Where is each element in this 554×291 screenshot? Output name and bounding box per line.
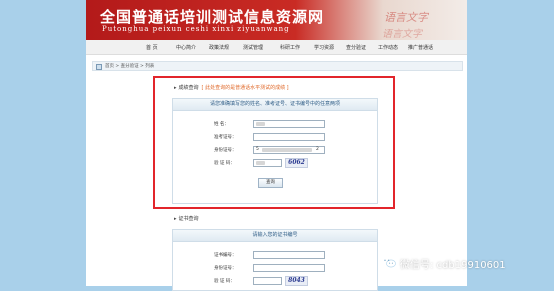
wechat-watermark: 微信号: cdb19910601 <box>381 255 551 271</box>
highlight-frame <box>153 76 395 209</box>
site-pinyin: Putonghua peixun ceshi xinxi ziyuanwang <box>102 25 290 33</box>
nav-item-resources[interactable]: 学习资源 <box>314 44 334 51</box>
cert-id-field[interactable] <box>253 264 325 272</box>
cert-number-field[interactable] <box>253 251 325 259</box>
cert-panel-header: 请输入您的证书编号 <box>173 230 377 242</box>
breadcrumb: 首页 > 查分验证 > 列表 <box>92 61 463 71</box>
breadcrumb-text[interactable]: 首页 > 查分验证 > 列表 <box>105 63 154 69</box>
nav-item-score-check[interactable]: 查分验证 <box>346 44 366 51</box>
banner-calligraphy: 语言文字 <box>384 11 428 24</box>
page-container: 全国普通话培训测试信息资源网 Putonghua peixun ceshi xi… <box>86 0 467 291</box>
cert-query-panel: 请输入您的证书编号 证书编号： 身份证号： 验 证 码： 8043 <box>172 229 378 291</box>
site-banner: 全国普通话培训测试信息资源网 Putonghua peixun ceshi xi… <box>86 0 467 40</box>
cert-section-title: ▸ 证书查询 <box>174 216 199 222</box>
watermark-text: 微信号: cdb19910601 <box>400 260 506 271</box>
banner-calligraphy: 语言文字 <box>382 29 422 40</box>
nav-item-about[interactable]: 中心简介 <box>176 44 196 51</box>
cert-captcha-image[interactable]: 8043 <box>285 276 308 286</box>
nav-item-news[interactable]: 工作动态 <box>378 44 398 51</box>
nav-item-policy[interactable]: 政策法规 <box>209 44 229 51</box>
nav-item-test-management[interactable]: 测试管理 <box>243 44 263 51</box>
cert-captcha-field[interactable] <box>253 277 282 285</box>
cert-id-label: 身份证号： <box>214 266 237 271</box>
home-icon <box>96 63 102 70</box>
nav-item-promotion[interactable]: 推广普通话 <box>408 44 433 51</box>
nav-item-research[interactable]: 科研工作 <box>280 44 300 51</box>
main-nav: 首 页 中心简介 政策法规 测试管理 科研工作 学习资源 查分验证 工作动态 推… <box>86 40 467 55</box>
cert-number-label: 证书编号： <box>214 253 237 258</box>
cert-captcha-label: 验 证 码： <box>214 279 235 284</box>
site-title: 全国普通话培训测试信息资源网 <box>100 8 325 26</box>
nav-item-home[interactable]: 首 页 <box>146 44 158 51</box>
triangle-icon: ▸ <box>174 216 177 222</box>
wechat-icon <box>381 256 396 268</box>
